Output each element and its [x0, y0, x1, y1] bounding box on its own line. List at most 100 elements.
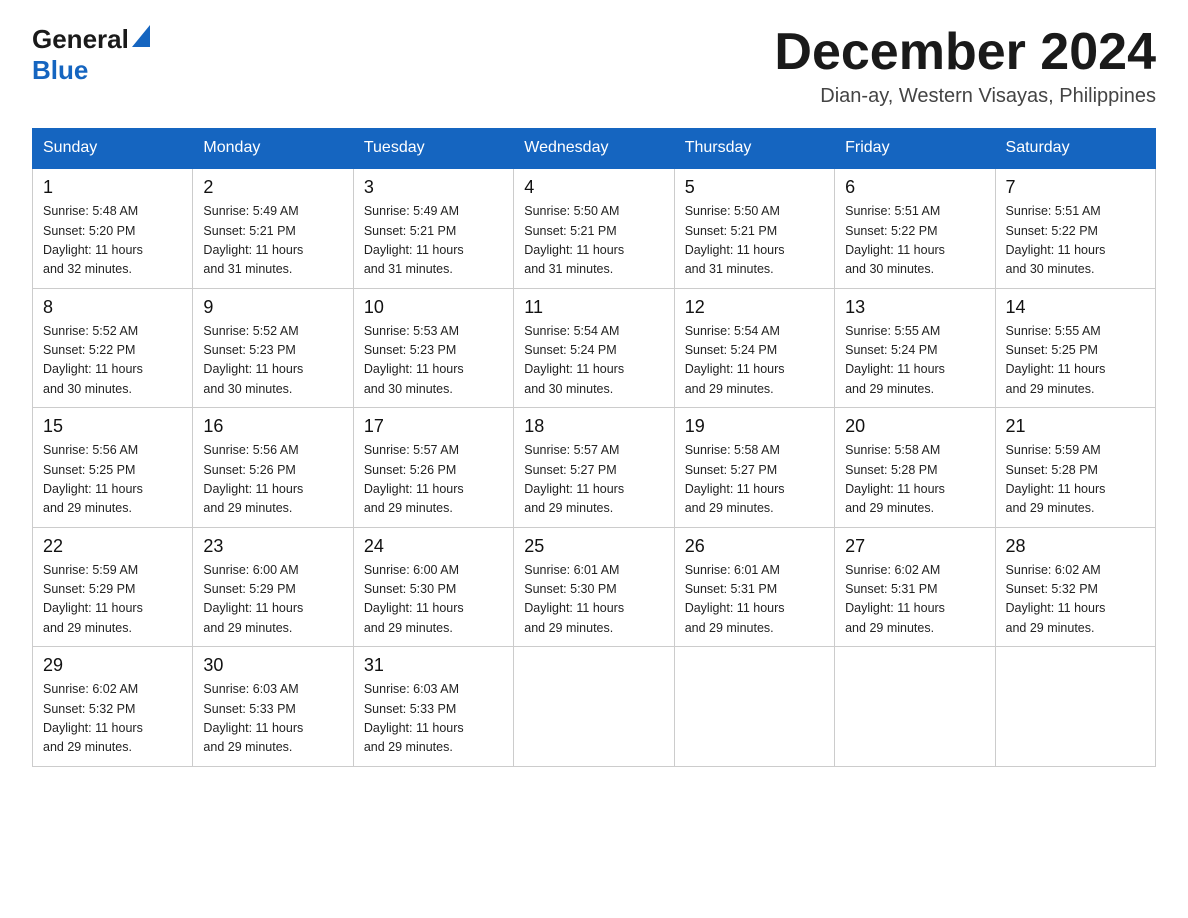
calendar-cell: 28 Sunrise: 6:02 AMSunset: 5:32 PMDaylig…	[995, 527, 1155, 647]
week-row-1: 1 Sunrise: 5:48 AMSunset: 5:20 PMDayligh…	[33, 168, 1156, 288]
day-number: 29	[43, 655, 182, 676]
day-detail: Sunrise: 5:50 AMSunset: 5:21 PMDaylight:…	[524, 204, 624, 276]
day-number: 18	[524, 416, 663, 437]
day-number: 13	[845, 297, 984, 318]
day-number: 15	[43, 416, 182, 437]
day-number: 22	[43, 536, 182, 557]
day-number: 20	[845, 416, 984, 437]
calendar-cell: 2 Sunrise: 5:49 AMSunset: 5:21 PMDayligh…	[193, 168, 353, 288]
calendar-cell: 11 Sunrise: 5:54 AMSunset: 5:24 PMDaylig…	[514, 288, 674, 408]
day-number: 19	[685, 416, 824, 437]
day-number: 26	[685, 536, 824, 557]
calendar-cell: 3 Sunrise: 5:49 AMSunset: 5:21 PMDayligh…	[353, 168, 513, 288]
day-number: 4	[524, 177, 663, 198]
calendar-cell: 13 Sunrise: 5:55 AMSunset: 5:24 PMDaylig…	[835, 288, 995, 408]
weekday-header-saturday: Saturday	[995, 129, 1155, 169]
calendar-cell: 5 Sunrise: 5:50 AMSunset: 5:21 PMDayligh…	[674, 168, 834, 288]
week-row-2: 8 Sunrise: 5:52 AMSunset: 5:22 PMDayligh…	[33, 288, 1156, 408]
day-number: 1	[43, 177, 182, 198]
weekday-header-monday: Monday	[193, 129, 353, 169]
day-detail: Sunrise: 5:52 AMSunset: 5:23 PMDaylight:…	[203, 324, 303, 396]
calendar-cell	[514, 647, 674, 767]
day-number: 5	[685, 177, 824, 198]
week-row-5: 29 Sunrise: 6:02 AMSunset: 5:32 PMDaylig…	[33, 647, 1156, 767]
day-detail: Sunrise: 5:54 AMSunset: 5:24 PMDaylight:…	[524, 324, 624, 396]
logo-general-text: General	[32, 24, 129, 55]
day-number: 11	[524, 297, 663, 318]
calendar-cell: 18 Sunrise: 5:57 AMSunset: 5:27 PMDaylig…	[514, 408, 674, 528]
day-detail: Sunrise: 5:50 AMSunset: 5:21 PMDaylight:…	[685, 204, 785, 276]
weekday-header-row: SundayMondayTuesdayWednesdayThursdayFrid…	[33, 129, 1156, 169]
calendar-cell: 10 Sunrise: 5:53 AMSunset: 5:23 PMDaylig…	[353, 288, 513, 408]
calendar-cell: 23 Sunrise: 6:00 AMSunset: 5:29 PMDaylig…	[193, 527, 353, 647]
calendar-cell: 29 Sunrise: 6:02 AMSunset: 5:32 PMDaylig…	[33, 647, 193, 767]
calendar-cell	[674, 647, 834, 767]
calendar-cell: 8 Sunrise: 5:52 AMSunset: 5:22 PMDayligh…	[33, 288, 193, 408]
calendar-cell: 19 Sunrise: 5:58 AMSunset: 5:27 PMDaylig…	[674, 408, 834, 528]
day-detail: Sunrise: 5:57 AMSunset: 5:27 PMDaylight:…	[524, 443, 624, 515]
day-number: 2	[203, 177, 342, 198]
day-detail: Sunrise: 5:58 AMSunset: 5:28 PMDaylight:…	[845, 443, 945, 515]
weekday-header-thursday: Thursday	[674, 129, 834, 169]
day-detail: Sunrise: 5:49 AMSunset: 5:21 PMDaylight:…	[364, 204, 464, 276]
day-number: 28	[1006, 536, 1145, 557]
day-detail: Sunrise: 6:03 AMSunset: 5:33 PMDaylight:…	[203, 682, 303, 754]
day-number: 25	[524, 536, 663, 557]
calendar-cell: 31 Sunrise: 6:03 AMSunset: 5:33 PMDaylig…	[353, 647, 513, 767]
calendar-cell: 22 Sunrise: 5:59 AMSunset: 5:29 PMDaylig…	[33, 527, 193, 647]
day-number: 6	[845, 177, 984, 198]
calendar-table: SundayMondayTuesdayWednesdayThursdayFrid…	[32, 128, 1156, 767]
calendar-cell: 16 Sunrise: 5:56 AMSunset: 5:26 PMDaylig…	[193, 408, 353, 528]
week-row-3: 15 Sunrise: 5:56 AMSunset: 5:25 PMDaylig…	[33, 408, 1156, 528]
day-number: 30	[203, 655, 342, 676]
day-number: 27	[845, 536, 984, 557]
day-detail: Sunrise: 6:02 AMSunset: 5:31 PMDaylight:…	[845, 563, 945, 635]
calendar-cell: 21 Sunrise: 5:59 AMSunset: 5:28 PMDaylig…	[995, 408, 1155, 528]
calendar-cell: 12 Sunrise: 5:54 AMSunset: 5:24 PMDaylig…	[674, 288, 834, 408]
weekday-header-wednesday: Wednesday	[514, 129, 674, 169]
page-header: General Blue December 2024 Dian-ay, West…	[32, 24, 1156, 108]
day-detail: Sunrise: 5:53 AMSunset: 5:23 PMDaylight:…	[364, 324, 464, 396]
day-detail: Sunrise: 5:57 AMSunset: 5:26 PMDaylight:…	[364, 443, 464, 515]
day-detail: Sunrise: 6:02 AMSunset: 5:32 PMDaylight:…	[1006, 563, 1106, 635]
calendar-cell: 4 Sunrise: 5:50 AMSunset: 5:21 PMDayligh…	[514, 168, 674, 288]
day-number: 8	[43, 297, 182, 318]
week-row-4: 22 Sunrise: 5:59 AMSunset: 5:29 PMDaylig…	[33, 527, 1156, 647]
day-number: 7	[1006, 177, 1145, 198]
logo-triangle-icon	[132, 25, 150, 52]
weekday-header-friday: Friday	[835, 129, 995, 169]
day-detail: Sunrise: 6:01 AMSunset: 5:31 PMDaylight:…	[685, 563, 785, 635]
day-detail: Sunrise: 6:01 AMSunset: 5:30 PMDaylight:…	[524, 563, 624, 635]
calendar-cell: 6 Sunrise: 5:51 AMSunset: 5:22 PMDayligh…	[835, 168, 995, 288]
day-detail: Sunrise: 5:51 AMSunset: 5:22 PMDaylight:…	[1006, 204, 1106, 276]
day-number: 31	[364, 655, 503, 676]
day-detail: Sunrise: 5:48 AMSunset: 5:20 PMDaylight:…	[43, 204, 143, 276]
day-number: 12	[685, 297, 824, 318]
day-number: 14	[1006, 297, 1145, 318]
day-detail: Sunrise: 6:03 AMSunset: 5:33 PMDaylight:…	[364, 682, 464, 754]
day-detail: Sunrise: 5:56 AMSunset: 5:26 PMDaylight:…	[203, 443, 303, 515]
weekday-header-tuesday: Tuesday	[353, 129, 513, 169]
day-number: 24	[364, 536, 503, 557]
calendar-cell: 9 Sunrise: 5:52 AMSunset: 5:23 PMDayligh…	[193, 288, 353, 408]
calendar-cell: 14 Sunrise: 5:55 AMSunset: 5:25 PMDaylig…	[995, 288, 1155, 408]
calendar-cell: 1 Sunrise: 5:48 AMSunset: 5:20 PMDayligh…	[33, 168, 193, 288]
day-detail: Sunrise: 5:58 AMSunset: 5:27 PMDaylight:…	[685, 443, 785, 515]
location: Dian-ay, Western Visayas, Philippines	[774, 85, 1156, 108]
calendar-cell: 24 Sunrise: 6:00 AMSunset: 5:30 PMDaylig…	[353, 527, 513, 647]
calendar-cell	[835, 647, 995, 767]
day-detail: Sunrise: 5:49 AMSunset: 5:21 PMDaylight:…	[203, 204, 303, 276]
logo: General Blue	[32, 24, 150, 86]
day-detail: Sunrise: 5:59 AMSunset: 5:29 PMDaylight:…	[43, 563, 143, 635]
day-number: 3	[364, 177, 503, 198]
calendar-cell: 20 Sunrise: 5:58 AMSunset: 5:28 PMDaylig…	[835, 408, 995, 528]
day-number: 10	[364, 297, 503, 318]
calendar-cell: 27 Sunrise: 6:02 AMSunset: 5:31 PMDaylig…	[835, 527, 995, 647]
day-detail: Sunrise: 6:00 AMSunset: 5:29 PMDaylight:…	[203, 563, 303, 635]
calendar-cell: 25 Sunrise: 6:01 AMSunset: 5:30 PMDaylig…	[514, 527, 674, 647]
day-detail: Sunrise: 5:56 AMSunset: 5:25 PMDaylight:…	[43, 443, 143, 515]
month-title: December 2024	[774, 24, 1156, 81]
day-detail: Sunrise: 5:54 AMSunset: 5:24 PMDaylight:…	[685, 324, 785, 396]
calendar-cell: 15 Sunrise: 5:56 AMSunset: 5:25 PMDaylig…	[33, 408, 193, 528]
calendar-cell: 26 Sunrise: 6:01 AMSunset: 5:31 PMDaylig…	[674, 527, 834, 647]
